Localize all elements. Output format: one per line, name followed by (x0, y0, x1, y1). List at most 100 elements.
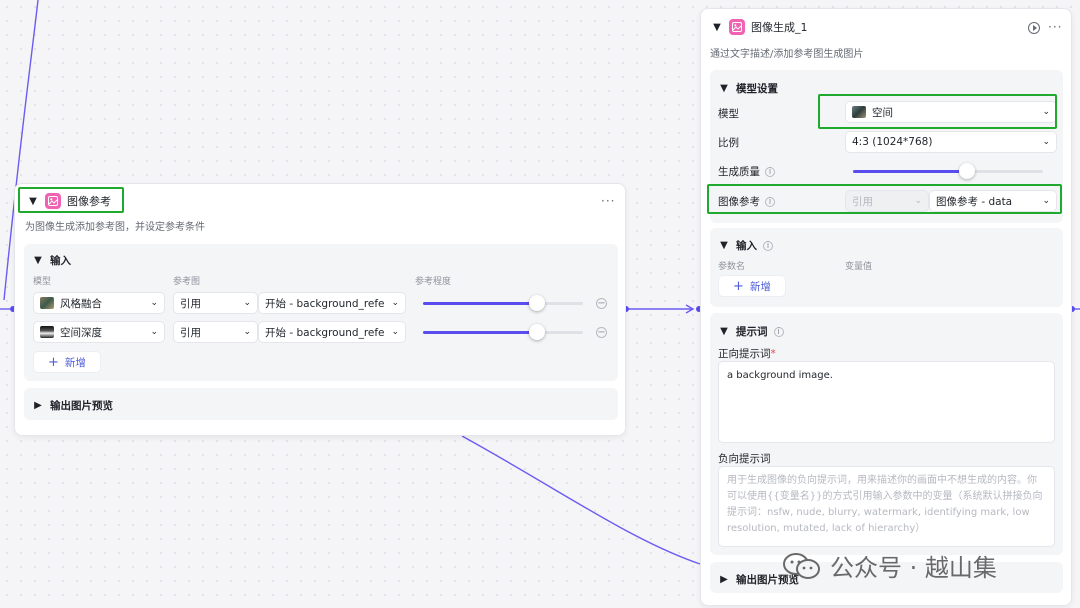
select-value: 图像参考 - data (936, 195, 1013, 208)
slider-knob[interactable] (528, 295, 545, 311)
slider-knob[interactable] (528, 324, 545, 340)
model-label: 模型 (718, 108, 739, 120)
chevron-down-icon: ⌄ (150, 298, 158, 308)
output-preview-header[interactable]: ▶ 输出图片预览 (32, 398, 113, 413)
add-input-button[interactable]: + 新增 (33, 351, 101, 373)
ref-image-select[interactable]: 开始 - background_reference ⌄ (258, 321, 406, 343)
mode-select[interactable]: 引用 ⌄ (173, 321, 258, 343)
info-icon[interactable]: i (765, 166, 775, 177)
select-value: 开始 - background_reference (265, 297, 385, 310)
input-section: ▼ 输入 模型 参考图 参考程度 风格融合 ⌄ 引用 ⌄ 开始 - backgr… (24, 244, 618, 381)
label-text: 正向提示词 (718, 348, 771, 360)
mode-select[interactable]: 引用 ⌄ (173, 292, 258, 314)
chevron-down-icon[interactable]: ▼ (32, 255, 44, 266)
image-ref-label-row: 图像参考 i (718, 194, 775, 209)
input-section-header[interactable]: ▼ 输入 (32, 253, 71, 268)
chevron-down-icon: ⌄ (391, 298, 399, 308)
slider-fill (423, 302, 537, 305)
button-label: 新增 (749, 280, 771, 293)
select-value: 引用 (180, 326, 201, 339)
gen-input-section: ▼ 输入 i 参数名 变量值 + 新增 (710, 228, 1063, 307)
info-icon[interactable]: i (763, 240, 773, 251)
slider-knob[interactable] (959, 163, 975, 179)
required-mark: * (770, 348, 776, 360)
plus-icon: + (48, 354, 59, 370)
image-gen-node-header[interactable]: ▼ 图像生成_1 (711, 19, 808, 35)
chevron-down-icon[interactable]: ▼ (718, 326, 730, 337)
degree-slider[interactable] (423, 324, 583, 340)
image-thumb-icon (852, 106, 866, 118)
image-ref-label: 图像参考 (718, 196, 760, 208)
degree-slider[interactable] (423, 295, 583, 311)
node-title: 图像生成_1 (751, 21, 808, 34)
more-options-icon[interactable]: ··· (1048, 20, 1062, 34)
chevron-down-icon: ⌄ (391, 327, 399, 337)
select-value: 空间深度 (60, 326, 102, 339)
run-icon[interactable] (1028, 22, 1040, 34)
chevron-down-icon[interactable]: ▼ (718, 240, 730, 251)
col-label-model: 模型 (33, 277, 52, 287)
section-title: 模型设置 (736, 83, 778, 95)
model-settings-section: ▼ 模型设置 模型 空间 ⌄ 比例 4:3 (1024*768) ⌄ 生成质量 … (710, 70, 1063, 223)
select-value: 4:3 (1024*768) (852, 136, 933, 148)
model-select-depth[interactable]: 空间深度 ⌄ (33, 321, 165, 343)
watermark-text: 公众号 · 越山集 (830, 554, 997, 582)
image-reference-node[interactable]: ▼ 图像参考 ··· 为图像生成添加参考图，并设定参考条件 ▼ 输入 模型 参考… (14, 183, 626, 436)
node-description: 通过文字描述/添加参考图生成图片 (710, 49, 864, 60)
model-select-style[interactable]: 风格融合 ⌄ (33, 292, 165, 314)
ratio-select[interactable]: 4:3 (1024*768) ⌄ (845, 131, 1057, 153)
chevron-down-icon[interactable]: ▼ (718, 83, 730, 94)
chevron-down-icon: ⌄ (243, 327, 251, 337)
positive-prompt-label: 正向提示词* (718, 346, 776, 361)
model-select[interactable]: 空间 ⌄ (845, 101, 1057, 123)
chevron-down-icon[interactable]: ▼ (711, 22, 723, 33)
select-value: 引用 (852, 195, 873, 208)
info-icon[interactable]: i (765, 196, 775, 207)
gen-input-header[interactable]: ▼ 输入 i (718, 238, 773, 253)
image-ref-node-header[interactable]: ▼ 图像参考 (27, 193, 111, 209)
negative-prompt-label: 负向提示词 (718, 453, 771, 465)
image-thumb-icon (40, 297, 54, 309)
chevron-down-icon[interactable]: ▼ (27, 196, 39, 207)
col-label-ref-image: 参考图 (173, 277, 201, 287)
plus-icon: + (733, 278, 744, 294)
ref-image-select[interactable]: 开始 - background_reference ⌄ (258, 292, 406, 314)
watermark: 公众号 · 越山集 (782, 548, 997, 583)
image-generation-node[interactable]: ▼ 图像生成_1 ··· 通过文字描述/添加参考图生成图片 ▼ 模型设置 模型 … (700, 8, 1072, 606)
section-title: 输出图片预览 (50, 400, 113, 412)
select-value: 开始 - background_reference (265, 326, 385, 339)
model-settings-header[interactable]: ▼ 模型设置 (718, 81, 778, 96)
quality-label: 生成质量 (718, 166, 760, 178)
quality-slider[interactable] (853, 163, 1043, 179)
section-title: 输入 (50, 255, 71, 267)
select-value: 引用 (180, 297, 201, 310)
chevron-down-icon: ⌄ (150, 327, 158, 337)
chevron-down-icon: ⌄ (1042, 107, 1050, 117)
add-param-button[interactable]: + 新增 (718, 275, 786, 297)
remove-row-icon[interactable]: − (596, 327, 607, 338)
info-icon[interactable]: i (773, 326, 784, 337)
image-ref-mode-select: 引用 ⌄ (845, 190, 929, 212)
prompt-header[interactable]: ▼ 提示词 i (718, 324, 784, 339)
positive-prompt-input[interactable]: a background image. (718, 361, 1055, 443)
remove-row-icon[interactable]: − (596, 298, 607, 309)
col-label-param: 参数名 (718, 262, 746, 272)
node-title: 图像参考 (67, 195, 111, 208)
chevron-down-icon: ⌄ (243, 298, 251, 308)
prompt-section: ▼ 提示词 i 正向提示词* a background image. 负向提示词… (710, 313, 1063, 555)
quality-label-row: 生成质量 i (718, 164, 775, 179)
select-value: 空间 (872, 106, 893, 119)
ratio-label: 比例 (718, 137, 739, 149)
output-preview-section[interactable]: ▶ 输出图片预览 (24, 388, 618, 420)
image-thumb-icon (40, 326, 54, 338)
wechat-icon (782, 552, 822, 580)
more-options-icon[interactable]: ··· (601, 194, 615, 208)
chevron-right-icon[interactable]: ▶ (718, 574, 730, 585)
image-node-icon (45, 193, 61, 209)
negative-prompt-input[interactable]: 用于生成图像的负向提示词，用来描述你的画面中不想生成的内容。你可以使用{{变量名… (718, 466, 1055, 547)
image-node-icon (729, 19, 745, 35)
chevron-down-icon: ⌄ (1042, 196, 1050, 206)
image-ref-value-select[interactable]: 图像参考 - data ⌄ (929, 190, 1057, 212)
chevron-down-icon: ⌄ (1042, 137, 1050, 147)
chevron-right-icon[interactable]: ▶ (32, 400, 44, 411)
